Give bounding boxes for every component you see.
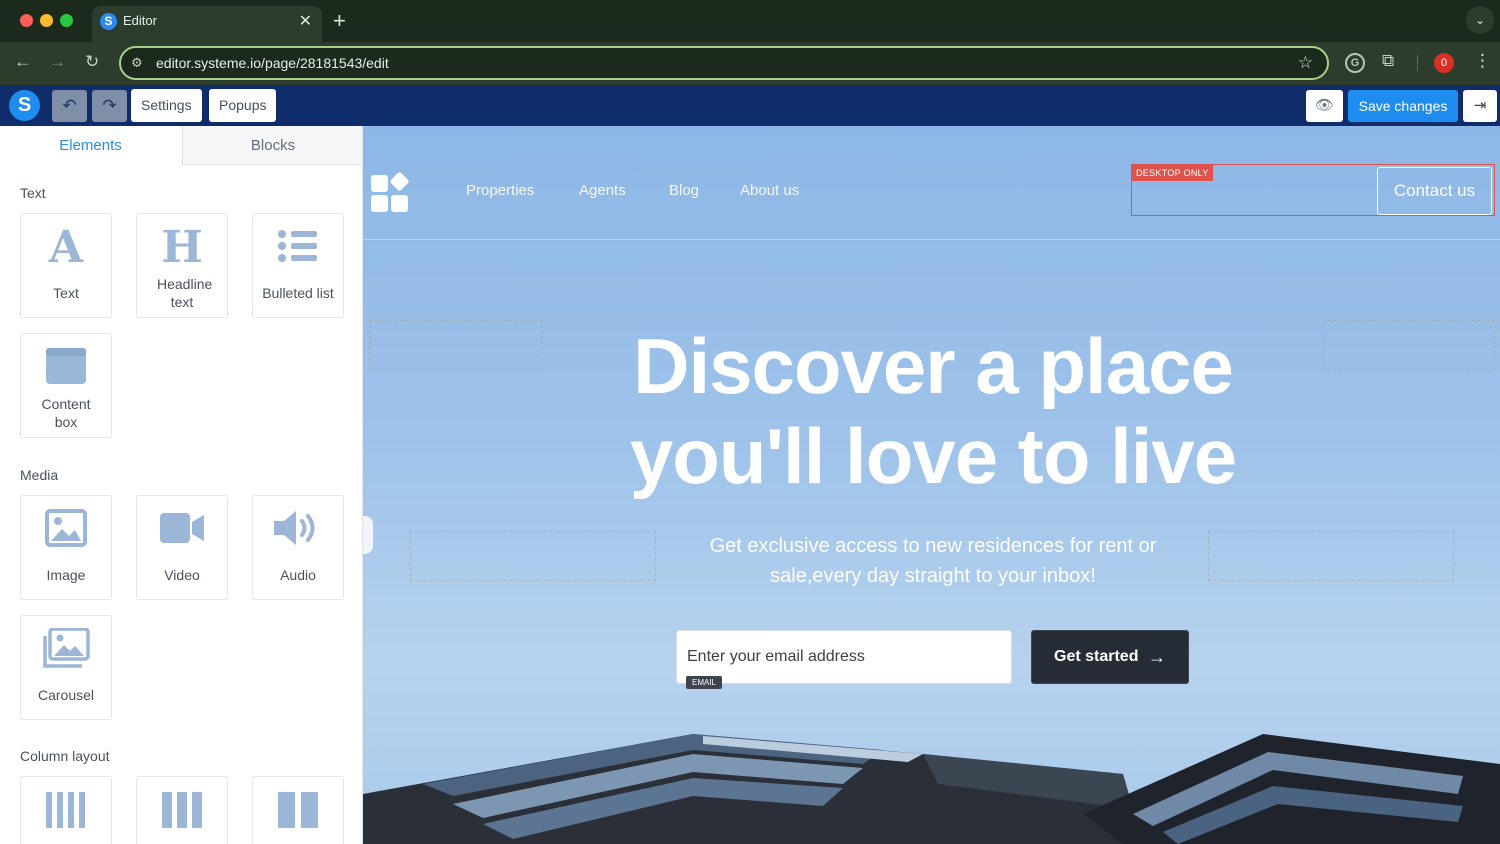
extension-badge-icon[interactable]: 0 — [1434, 53, 1454, 73]
element-text[interactable]: A Text — [20, 213, 112, 318]
browser-toolbar: ← → ↻ ⚙ editor.systeme.io/page/28181543/… — [0, 42, 1500, 85]
element-label: Audio — [280, 567, 316, 583]
contact-us-button[interactable]: Contact us — [1377, 167, 1492, 215]
nav-link-blog[interactable]: Blog — [669, 182, 699, 199]
column-layout-2[interactable] — [252, 776, 344, 844]
empty-placeholder[interactable] — [1208, 531, 1454, 581]
systeme-logo-icon[interactable]: S — [9, 90, 40, 121]
element-label: Text — [53, 285, 79, 301]
toolbar-divider — [1417, 55, 1418, 71]
element-label: Headline text — [157, 276, 213, 310]
email-field[interactable] — [676, 630, 1012, 684]
reload-icon[interactable]: ↻ — [85, 52, 99, 72]
forward-icon[interactable]: → — [49, 52, 66, 72]
site-info-icon[interactable]: ⚙ — [131, 55, 143, 71]
three-column-icon — [137, 792, 227, 836]
site-logo-icon[interactable] — [370, 171, 410, 213]
two-column-icon — [253, 792, 343, 836]
settings-button[interactable]: Settings — [131, 89, 202, 122]
four-column-icon — [21, 792, 111, 836]
close-window-button[interactable] — [20, 14, 33, 27]
element-image[interactable]: Image — [20, 495, 112, 600]
arrow-right-icon: → — [1148, 647, 1166, 667]
tab-blocks[interactable]: Blocks — [182, 126, 362, 165]
save-changes-button[interactable]: Save changes — [1348, 90, 1458, 122]
empty-placeholder[interactable] — [370, 320, 542, 370]
bulleted-list-icon — [253, 226, 343, 270]
header-divider — [363, 239, 1500, 240]
desktop-only-badge: DESKTOP ONLY — [1132, 165, 1213, 181]
browser-menu-icon[interactable]: ⋮ — [1474, 51, 1491, 71]
elements-panel: Elements Blocks Text A Text H Headline t… — [0, 126, 363, 844]
section-title-column-layout: Column layout — [20, 748, 110, 764]
element-label: Bulleted list — [262, 285, 334, 301]
element-label: Image — [46, 567, 86, 583]
nav-link-about-us[interactable]: About us — [740, 182, 799, 199]
tab-elements[interactable]: Elements — [0, 126, 181, 165]
tab-search-icon[interactable]: ⌄ — [1466, 6, 1494, 34]
close-tab-icon[interactable]: ✕ — [299, 11, 312, 31]
preview-eye-icon[interactable]: 👁 — [1306, 90, 1343, 122]
element-label: Carousel — [37, 687, 95, 703]
empty-placeholder[interactable] — [410, 531, 656, 581]
editor-toolbar: S ↶ ↷ Settings Popups 👁 Save changes ⇥ — [0, 85, 1500, 126]
text-icon: A — [48, 222, 84, 273]
video-icon — [137, 508, 227, 552]
grammarly-extension-icon[interactable]: G — [1345, 53, 1365, 73]
hero-headline[interactable]: Discover a place you'll love to live — [543, 321, 1323, 501]
page-canvas[interactable]: Properties Agents Blog About us DESKTOP … — [363, 126, 1500, 844]
hero-headline-line: Discover a place — [633, 322, 1234, 410]
hero-subtitle[interactable]: Get exclusive access to new residences f… — [663, 531, 1203, 591]
address-bar[interactable]: ⚙ editor.systeme.io/page/28181543/edit ☆ — [119, 46, 1329, 80]
get-started-label: Get started — [1054, 648, 1139, 665]
hero-headline-line: you'll love to live — [629, 412, 1237, 500]
minimize-window-button[interactable] — [40, 14, 53, 27]
bookmark-star-icon[interactable]: ☆ — [1298, 53, 1313, 73]
extensions-puzzle-icon[interactable]: ⧉ — [1382, 51, 1394, 71]
nav-link-agents[interactable]: Agents — [579, 182, 626, 199]
section-title-media: Media — [20, 467, 59, 483]
column-layout-3[interactable] — [136, 776, 228, 844]
headline-icon: H — [161, 222, 203, 273]
element-video[interactable]: Video — [136, 495, 228, 600]
tab-title: Editor — [123, 13, 157, 28]
audio-icon — [253, 508, 343, 552]
content-box-icon — [21, 346, 111, 390]
section-title-text: Text — [20, 185, 46, 201]
back-icon[interactable]: ← — [14, 52, 31, 72]
element-headline-text[interactable]: H Headline text — [136, 213, 228, 318]
browser-tab-bar: S Editor ✕ + ⌄ — [0, 0, 1500, 42]
column-layout-4[interactable] — [20, 776, 112, 844]
popups-button[interactable]: Popups — [209, 89, 277, 122]
carousel-icon — [21, 627, 111, 672]
get-started-button[interactable]: Get started → — [1031, 630, 1189, 684]
systeme-favicon-icon: S — [100, 13, 117, 30]
element-label: Content box — [41, 396, 91, 430]
browser-tab-editor[interactable]: S Editor ✕ — [92, 6, 322, 42]
url-text[interactable]: editor.systeme.io/page/28181543/edit — [156, 55, 389, 71]
element-label: Video — [164, 567, 200, 583]
panel-collapse-handle[interactable] — [363, 516, 373, 554]
new-tab-icon[interactable]: + — [333, 8, 346, 34]
nav-link-properties[interactable]: Properties — [466, 182, 534, 199]
element-carousel[interactable]: Carousel — [20, 615, 112, 720]
element-audio[interactable]: Audio — [252, 495, 344, 600]
building-photo — [363, 734, 1500, 844]
exit-editor-icon[interactable]: ⇥ — [1463, 90, 1497, 122]
image-icon — [21, 508, 111, 552]
undo-button[interactable]: ↶ — [52, 90, 87, 122]
element-bulleted-list[interactable]: Bulleted list — [252, 213, 344, 318]
element-content-box[interactable]: Content box — [20, 333, 112, 438]
maximize-window-button[interactable] — [60, 14, 73, 27]
redo-button[interactable]: ↷ — [92, 90, 127, 122]
email-field-tag: EMAIL — [686, 676, 723, 689]
empty-placeholder[interactable] — [1323, 320, 1495, 370]
